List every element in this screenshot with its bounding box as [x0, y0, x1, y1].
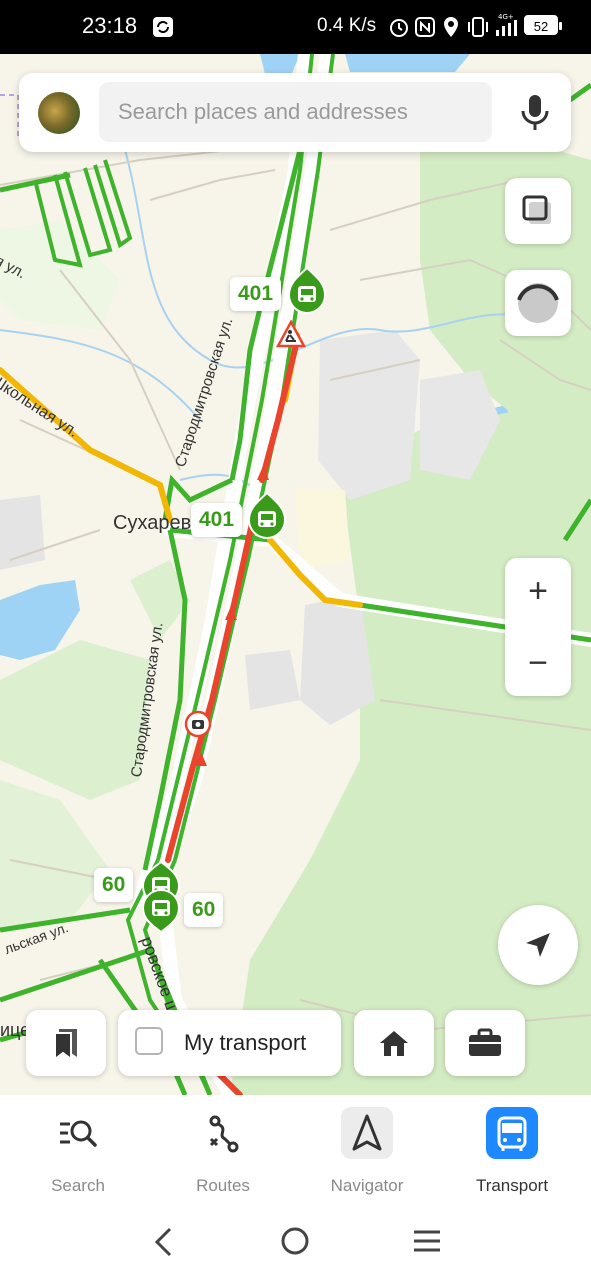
route-progress-button[interactable]: [505, 270, 571, 336]
bookmark-icon: [54, 1029, 77, 1060]
location-icon: [444, 17, 458, 37]
arc-icon: [517, 283, 559, 323]
bus-stop-icon[interactable]: [286, 266, 328, 316]
transit-route-label[interactable]: 60: [94, 868, 134, 902]
place-label-village: Сухарев: [113, 512, 192, 534]
tab-routes[interactable]: Routes: [149, 1095, 297, 1210]
layers-icon: [522, 195, 551, 224]
tab-search[interactable]: Search: [4, 1095, 152, 1210]
back-icon[interactable]: [150, 1226, 178, 1258]
work-button[interactable]: [445, 1010, 525, 1076]
my-location-button[interactable]: [498, 905, 578, 985]
bookmarks-button[interactable]: [26, 1010, 106, 1076]
tab-routes-label: Routes: [196, 1176, 250, 1195]
tab-navigator-label: Navigator: [330, 1176, 404, 1195]
tab-transport[interactable]: Transport: [438, 1095, 586, 1210]
transit-route-label[interactable]: 60: [184, 893, 224, 927]
bus-icon: [486, 1107, 538, 1159]
microphone-icon[interactable]: [515, 91, 555, 135]
battery-icon: 52: [524, 15, 562, 35]
home-button[interactable]: [354, 1010, 434, 1076]
map-layers-button[interactable]: [505, 178, 571, 244]
svg-text:4G+: 4G+: [498, 13, 514, 21]
avatar[interactable]: [38, 92, 80, 134]
transit-route-label[interactable]: 401: [230, 277, 282, 311]
tab-search-label: Search: [51, 1176, 105, 1195]
signal-4g-icon: 4G+: [496, 13, 517, 36]
speed-camera-icon[interactable]: [184, 710, 212, 738]
bus-stop-icon[interactable]: [140, 888, 182, 934]
zoom-control: + −: [505, 558, 571, 696]
my-transport-label: My transport: [184, 1030, 307, 1055]
network-speed: 0.4 K/s: [317, 15, 377, 36]
vibrate-icon: [468, 17, 488, 37]
alarm-icon: [390, 19, 408, 37]
zoom-out-button[interactable]: −: [505, 630, 571, 696]
search-input[interactable]: [99, 82, 492, 142]
sync-icon: [153, 17, 173, 37]
transit-route-label[interactable]: 401: [191, 503, 243, 537]
zoom-in-button[interactable]: +: [505, 558, 571, 624]
my-transport-button[interactable]: My transport: [118, 1010, 341, 1076]
status-time: 23:18: [82, 13, 138, 38]
menu-icon[interactable]: [412, 1228, 442, 1254]
system-navigation-bar: [0, 1210, 591, 1280]
nfc-icon: [415, 17, 435, 37]
my-transport-checkbox[interactable]: [135, 1027, 163, 1055]
location-arrow-icon: [526, 933, 550, 957]
bottom-tab-bar: Search Routes Navigator Transport: [0, 1095, 591, 1210]
tab-transport-label: Transport: [475, 1176, 549, 1195]
roadworks-icon[interactable]: [276, 320, 306, 348]
briefcase-icon: [469, 1028, 501, 1056]
search-list-icon: [60, 1120, 97, 1147]
home-icon: [380, 1031, 408, 1056]
bus-stop-icon[interactable]: [246, 491, 288, 541]
search-bar: [19, 73, 571, 152]
routes-icon: [209, 1115, 239, 1153]
status-bar: 23:18 0.4 K/s 4G+ 52: [0, 0, 591, 54]
tab-navigator[interactable]: Navigator: [293, 1095, 441, 1210]
navigator-arrow-icon: [341, 1107, 393, 1159]
home-icon[interactable]: [280, 1226, 310, 1256]
